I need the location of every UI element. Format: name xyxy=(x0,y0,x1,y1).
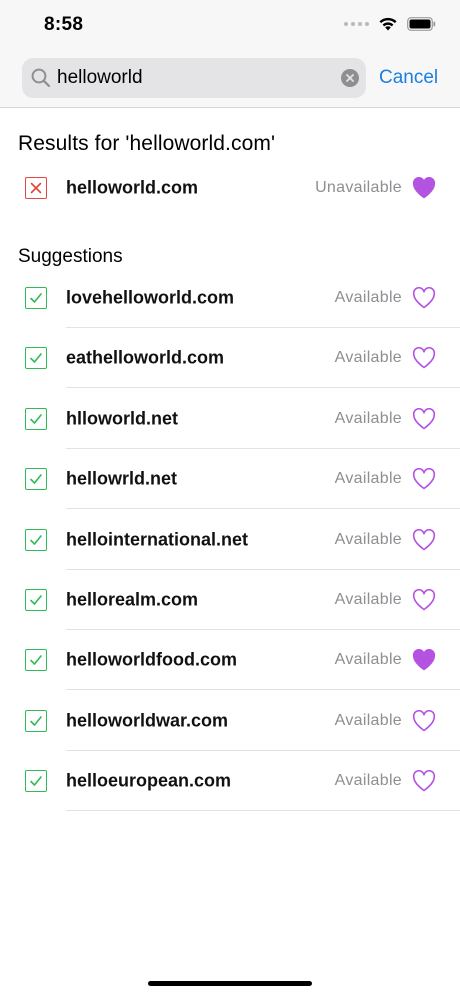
suggestion-row[interactable]: helloeuropean.com Available xyxy=(0,751,460,812)
suggestion-row[interactable]: helloworldfood.com Available xyxy=(0,630,460,691)
cellular-signal-icon xyxy=(344,21,369,26)
domain-name: hellowrld.net xyxy=(66,468,178,489)
heart-outline-icon[interactable] xyxy=(412,770,436,792)
heart-outline-icon[interactable] xyxy=(412,407,436,430)
unavailable-x-icon xyxy=(25,177,47,199)
heart-outline-icon[interactable] xyxy=(412,287,436,309)
status-time: 8:58 xyxy=(44,14,84,35)
domain-name: helloeuropean.com xyxy=(66,770,232,791)
availability-status: Available xyxy=(334,711,402,729)
domain-name: hlloworld.net xyxy=(66,408,178,429)
domain-name: lovehelloworld.com xyxy=(66,287,235,308)
domain-name: helloworld.com xyxy=(66,177,199,198)
domain-name: helloworldwar.com xyxy=(66,710,229,731)
available-check-icon xyxy=(25,287,47,309)
availability-status: Available xyxy=(334,530,402,548)
domain-name: hellointernational.net xyxy=(66,529,249,550)
suggestion-row[interactable]: eathelloworld.com Available xyxy=(0,328,460,389)
available-check-icon xyxy=(25,468,47,491)
available-check-icon xyxy=(25,649,47,672)
heart-outline-icon[interactable] xyxy=(412,468,436,490)
availability-status: Unavailable xyxy=(315,179,402,196)
suggestion-row[interactable]: helloworldwar.com Available xyxy=(0,691,460,751)
heart-filled-icon[interactable] xyxy=(412,177,436,199)
row-divider xyxy=(66,810,460,812)
suggestion-row[interactable]: hellorealm.com Available xyxy=(0,570,460,630)
heart-filled-icon[interactable] xyxy=(412,649,436,671)
search-header: Cancel xyxy=(0,50,460,108)
close-icon xyxy=(346,74,354,82)
result-row[interactable]: helloworld.com Unavailable xyxy=(0,158,460,218)
clear-search-button[interactable] xyxy=(341,69,359,87)
domain-name: hellorealm.com xyxy=(66,589,199,610)
availability-status: Available xyxy=(334,772,402,790)
availability-status: Available xyxy=(334,651,402,669)
availability-status: Available xyxy=(334,591,402,608)
status-icons xyxy=(344,16,436,31)
wifi-icon xyxy=(379,17,397,31)
available-check-icon xyxy=(25,347,47,370)
cancel-button[interactable]: Cancel xyxy=(379,67,438,89)
availability-status: Available xyxy=(334,289,402,306)
suggestions-title: Suggestions xyxy=(18,246,123,267)
available-check-icon xyxy=(25,528,47,551)
search-field[interactable] xyxy=(22,58,366,98)
heart-outline-icon[interactable] xyxy=(412,528,436,551)
available-check-icon xyxy=(25,709,47,732)
home-indicator[interactable] xyxy=(148,981,312,986)
heart-outline-icon[interactable] xyxy=(412,709,436,732)
available-check-icon xyxy=(25,770,47,793)
available-check-icon xyxy=(25,589,47,611)
search-input[interactable] xyxy=(57,58,327,98)
search-icon xyxy=(31,68,51,88)
available-check-icon xyxy=(25,407,47,430)
availability-status: Available xyxy=(334,409,402,427)
suggestion-row[interactable]: hellowrld.net Available xyxy=(0,449,460,510)
results-title: Results for 'helloworld.com' xyxy=(18,132,276,155)
suggestion-row[interactable]: hlloworld.net Available xyxy=(0,389,460,449)
domain-name: eathelloworld.com xyxy=(66,347,225,368)
availability-status: Available xyxy=(334,470,402,488)
suggestion-row[interactable]: lovehelloworld.com Available xyxy=(0,268,460,328)
availability-status: Available xyxy=(334,349,402,367)
battery-icon xyxy=(407,16,436,31)
status-bar: 8:58 xyxy=(0,0,460,50)
suggestion-row[interactable]: hellointernational.net Available xyxy=(0,510,460,570)
heart-outline-icon[interactable] xyxy=(412,347,436,369)
heart-outline-icon[interactable] xyxy=(412,589,436,611)
domain-name: helloworldfood.com xyxy=(66,649,237,670)
